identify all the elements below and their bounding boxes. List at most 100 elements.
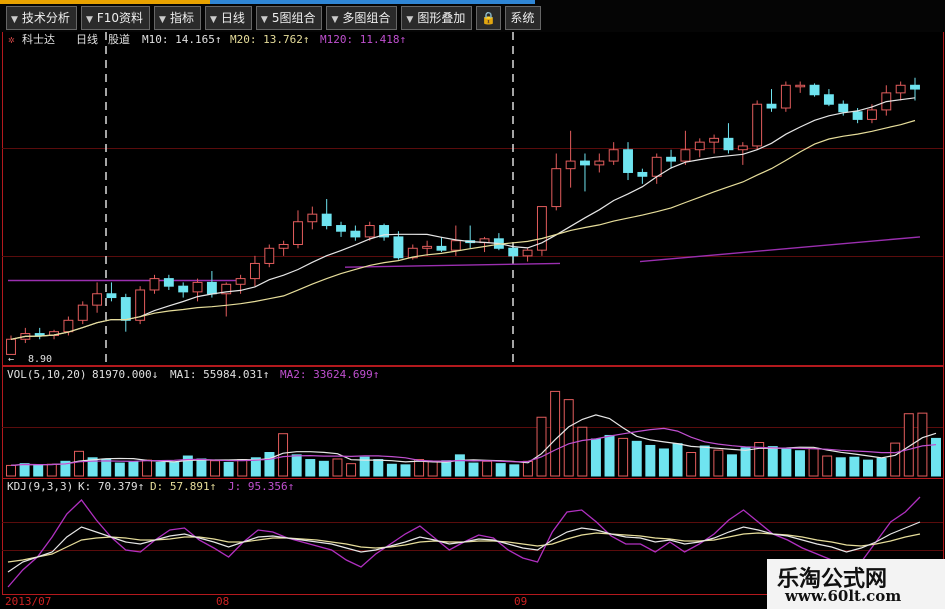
candle-body — [206, 281, 217, 295]
candle-body — [565, 160, 576, 170]
candle-body — [436, 245, 447, 251]
tab-indicator[interactable]: ▼ 指标 — [154, 6, 201, 30]
lock-button[interactable]: 🔒 — [476, 6, 502, 30]
volume-bar — [849, 456, 860, 477]
volume-bar — [169, 461, 180, 477]
candle-body — [637, 171, 648, 177]
tab-label: 日线 — [220, 11, 245, 25]
volume-bar — [590, 438, 601, 477]
candle-body — [594, 160, 605, 166]
volume-bar — [33, 464, 44, 477]
volume-bar — [618, 437, 629, 477]
volume-bar — [876, 457, 887, 477]
volume-bar — [155, 461, 166, 477]
tab-5-chart-combo[interactable]: ▼ 5图组合 — [255, 6, 323, 30]
date-label-sep: 09 — [514, 595, 527, 608]
ma120-line — [8, 236, 921, 282]
volume-bar — [550, 390, 561, 477]
tab-multi-chart-combo[interactable]: ▼ 多图组合 — [326, 6, 398, 30]
tab-technical-analysis[interactable]: ▼ 技术分析 — [6, 6, 77, 30]
candle-body — [293, 221, 303, 245]
volume-bar — [74, 450, 85, 477]
kdj-d: D: 57.891↑ — [150, 480, 216, 493]
settings-icon[interactable]: ✲ — [8, 33, 15, 46]
candle-body — [120, 297, 131, 321]
candle-body — [867, 109, 877, 120]
volume-bar — [509, 464, 520, 477]
candle-body — [63, 319, 74, 333]
tab-label: 5图组合 — [271, 11, 316, 25]
tab-label: 图形叠加 — [417, 11, 466, 25]
candle-body — [651, 156, 662, 177]
candle-body — [163, 278, 174, 287]
tab-label: 系统 — [510, 11, 535, 25]
volume-bar — [794, 450, 805, 477]
tab-label: 指标 — [169, 11, 194, 25]
volume-bar — [346, 463, 357, 477]
candle-body — [393, 236, 404, 259]
ma10-label: M10: 14.165↑ — [142, 33, 221, 46]
candle-body — [350, 230, 361, 238]
volume-bar — [563, 399, 574, 477]
candle-body — [192, 281, 203, 293]
volume-bar — [931, 437, 941, 477]
candle-body — [264, 247, 275, 264]
tab-overlay[interactable]: ▼ 图形叠加 — [401, 6, 473, 30]
ma20-label: M20: 13.762↑ — [230, 33, 309, 46]
date-label-aug: 08 — [216, 595, 229, 608]
candle-body — [752, 103, 763, 147]
ma20-line — [10, 119, 916, 340]
candle-body — [34, 333, 45, 336]
volume-bar — [862, 459, 873, 477]
extra-label: 股道 — [108, 32, 130, 46]
candle-body — [77, 304, 88, 321]
volume-bar — [672, 443, 683, 477]
candle-body — [694, 141, 705, 151]
volume-bar — [128, 461, 139, 477]
watermark: 乐淘公式网 www.60lt.com — [767, 559, 945, 609]
kdj-d-line — [7, 532, 921, 563]
volume-bar — [890, 442, 901, 477]
candle-body — [307, 213, 318, 223]
volume-bar — [781, 447, 792, 477]
toolbar: ▼ 技术分析 ▼ F10资料 ▼ 指标 ▼ 日线 ▼ 5图组合 ▼ 多图组合 ▼ 图形叠加 🔒… — [0, 0, 945, 32]
candle-body — [235, 278, 246, 285]
candle-body — [278, 243, 289, 249]
volume-bar — [468, 462, 479, 477]
stock-chart[interactable]: ✲ 科士达 日线 股道 M10: 14.165↑ M20: 13.762↑ M1… — [0, 0, 945, 609]
volume-bar — [19, 463, 30, 477]
tab-daily[interactable]: ▼ 日线 — [204, 6, 252, 30]
candle-body — [580, 160, 590, 166]
candle-body — [106, 293, 117, 299]
candlesticks — [6, 77, 920, 355]
tab-system[interactable]: 系统 — [505, 6, 542, 30]
volume-bar — [686, 452, 697, 477]
tab-f10[interactable]: ▼ F10资料 — [80, 6, 151, 30]
kdj-name: KDJ(9,3,3) — [7, 480, 73, 493]
volume-bar — [713, 449, 724, 477]
kdj-j: J: 95.356↑ — [228, 480, 294, 493]
date-label-jul: 2013/07 — [5, 595, 51, 608]
volume-bar — [400, 464, 411, 477]
kdj-k: K: 70.379↑ — [78, 480, 144, 493]
candle-body — [321, 213, 332, 227]
ma120-label: M120: 11.418↑ — [320, 33, 406, 46]
ma-lines — [10, 97, 916, 340]
candle-body — [92, 293, 103, 306]
candle-body — [6, 338, 16, 355]
volume-bar — [917, 412, 928, 477]
vol-value: 81970.000↓ — [92, 368, 158, 381]
volume-bar — [142, 459, 153, 477]
volume-bar — [454, 454, 465, 477]
candle-body — [766, 103, 777, 109]
volume-bar — [522, 460, 533, 477]
volume-bar — [291, 454, 302, 477]
volume-bar — [427, 460, 438, 477]
volume-bar — [482, 460, 493, 477]
volume-bar — [808, 447, 819, 477]
lock-icon: 🔒 — [481, 11, 497, 25]
volume-bar — [237, 459, 248, 477]
candle-body — [737, 145, 748, 151]
candle-body — [680, 149, 691, 162]
volume-bar — [210, 460, 221, 477]
